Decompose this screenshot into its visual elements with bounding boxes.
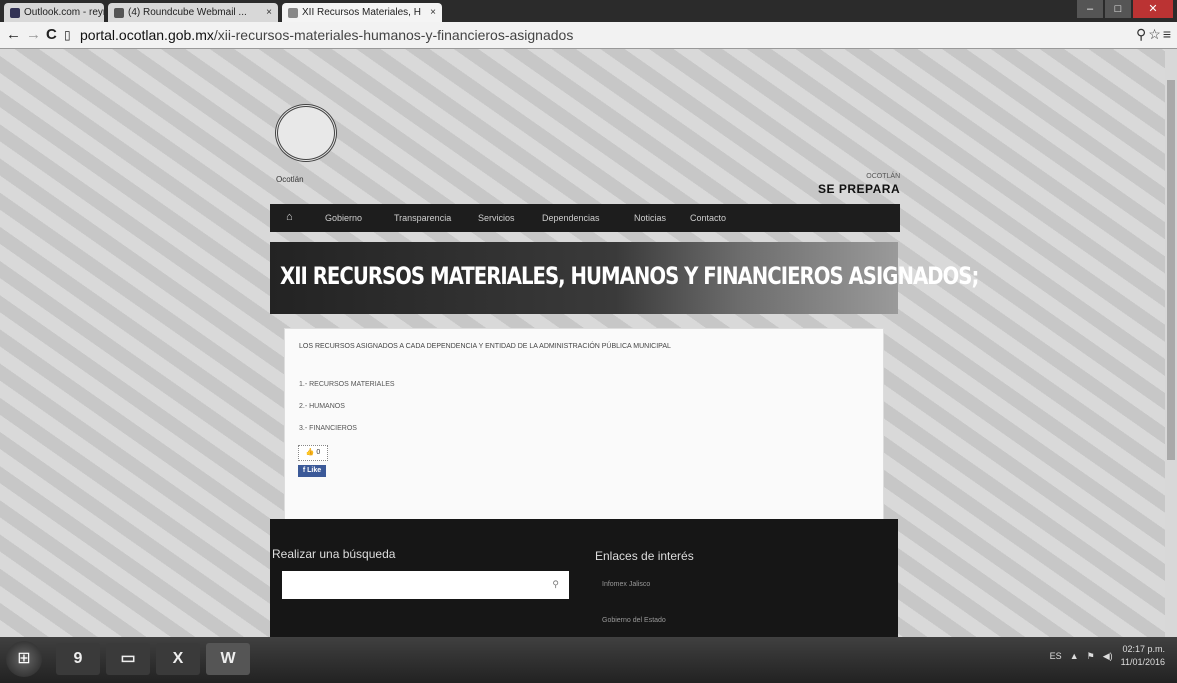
- facebook-share-button[interactable]: f Like: [298, 465, 326, 477]
- main-nav: ⌂ Gobierno Transparencia Servicios Depen…: [270, 204, 900, 232]
- home-icon[interactable]: ⌂: [286, 211, 293, 223]
- link-recursos-materiales[interactable]: 1.- RECURSOS MATERIALES: [299, 381, 395, 388]
- address-bar: ← → C ▯ portal.ocotlan.gob.mx/xii-recurs…: [0, 22, 1177, 49]
- search-heading: Realizar una búsqueda: [272, 547, 396, 561]
- links-heading: Enlaces de interés: [595, 549, 694, 563]
- nav-item-contacto[interactable]: Contacto: [690, 213, 726, 223]
- window-controls: – □ ✕: [1077, 0, 1173, 18]
- page-viewport: Ocotlán OCOTLÁN SE PREPARA ⌂ Gobierno Tr…: [0, 49, 1165, 637]
- logo-caption: Ocotlán: [276, 175, 304, 184]
- nav-item-dependencias[interactable]: Dependencias: [542, 213, 600, 223]
- page-footer: Realizar una búsqueda ⚲ Enlaces de inter…: [270, 519, 898, 637]
- content-panel: LOS RECURSOS ASIGNADOS A CADA DEPENDENCI…: [284, 328, 884, 520]
- forward-icon[interactable]: →: [26, 26, 41, 44]
- link-humanos[interactable]: 2.- HUMANOS: [299, 403, 345, 410]
- page-info-icon[interactable]: ▯: [64, 26, 71, 44]
- tab-outlook[interactable]: Outlook.com - reyra fra... ×: [4, 3, 104, 22]
- close-icon[interactable]: ×: [426, 7, 436, 18]
- footer-link-gobierno-estado[interactable]: Gobierno del Estado: [602, 617, 666, 624]
- volume-icon[interactable]: ◀): [1103, 651, 1113, 662]
- intro-text: LOS RECURSOS ASIGNADOS A CADA DEPENDENCI…: [299, 343, 671, 350]
- start-button[interactable]: ⊞: [6, 641, 42, 677]
- zoom-icon[interactable]: ⚲: [1136, 26, 1148, 42]
- link-financieros[interactable]: 3.- FINANCIEROS: [299, 425, 357, 432]
- taskbar: ⊞ 9 ▭ X W ES ▲ ⚑ ◀) 02:17 p.m. 11/01/201…: [0, 637, 1177, 683]
- nav-item-servicios[interactable]: Servicios: [478, 213, 515, 223]
- tab-xii-recursos[interactable]: XII Recursos Materiales, H ×: [282, 3, 442, 22]
- close-icon[interactable]: ×: [262, 7, 272, 18]
- reload-icon[interactable]: C: [46, 26, 57, 44]
- nav-item-noticias[interactable]: Noticias: [634, 213, 666, 223]
- footer-link-infomex[interactable]: Infomex Jalisco: [602, 581, 650, 588]
- minimize-button[interactable]: –: [1077, 0, 1103, 18]
- url-field[interactable]: portal.ocotlan.gob.mx/xii-recursos-mater…: [80, 25, 1100, 45]
- folder-icon[interactable]: ▭: [106, 643, 150, 675]
- back-icon[interactable]: ←: [6, 26, 21, 44]
- municipal-seal-logo[interactable]: [275, 104, 337, 162]
- close-window-button[interactable]: ✕: [1133, 0, 1173, 18]
- flag-icon[interactable]: ⚑: [1087, 651, 1095, 662]
- site-tagline: OCOTLÁN SE PREPARA: [818, 173, 901, 196]
- show-hidden-icons-icon[interactable]: ▲: [1070, 651, 1079, 661]
- outlook-icon: [10, 7, 20, 18]
- like-button[interactable]: 👍 0: [298, 445, 328, 461]
- browser-tab-bar: Outlook.com - reyra fra... × (4) Roundcu…: [0, 0, 1177, 22]
- roundcube-icon: [114, 7, 124, 18]
- page-title: XII RECURSOS MATERIALES, HUMANOS Y FINAN…: [280, 262, 979, 290]
- search-input[interactable]: ⚲: [282, 571, 569, 599]
- star-icon[interactable]: ☆: [1148, 26, 1163, 42]
- clock[interactable]: 02:17 p.m. 11/01/2016: [1121, 643, 1165, 669]
- thumbs-up-icon: 👍: [305, 449, 315, 456]
- menu-icon[interactable]: ≡: [1163, 26, 1173, 42]
- search-icon[interactable]: ⚲: [552, 579, 559, 590]
- taskbar-item-app[interactable]: 9: [56, 643, 100, 675]
- nav-item-transparencia[interactable]: Transparencia: [394, 213, 451, 223]
- language-indicator[interactable]: ES: [1050, 651, 1062, 661]
- taskbar-item-excel[interactable]: X: [156, 643, 200, 675]
- system-tray: ES ▲ ⚑ ◀) 02:17 p.m. 11/01/2016: [1050, 643, 1165, 669]
- taskbar-item-word[interactable]: W: [206, 643, 250, 675]
- maximize-button[interactable]: □: [1105, 0, 1131, 18]
- page-banner: XII RECURSOS MATERIALES, HUMANOS Y FINAN…: [270, 242, 979, 314]
- browser-actions: ⚲☆≡: [1136, 26, 1173, 43]
- tab-roundcube[interactable]: (4) Roundcube Webmail ... ×: [108, 3, 278, 22]
- nav-item-gobierno[interactable]: Gobierno: [325, 213, 362, 223]
- scrollbar-thumb[interactable]: [1167, 80, 1175, 460]
- page-icon: [288, 7, 298, 18]
